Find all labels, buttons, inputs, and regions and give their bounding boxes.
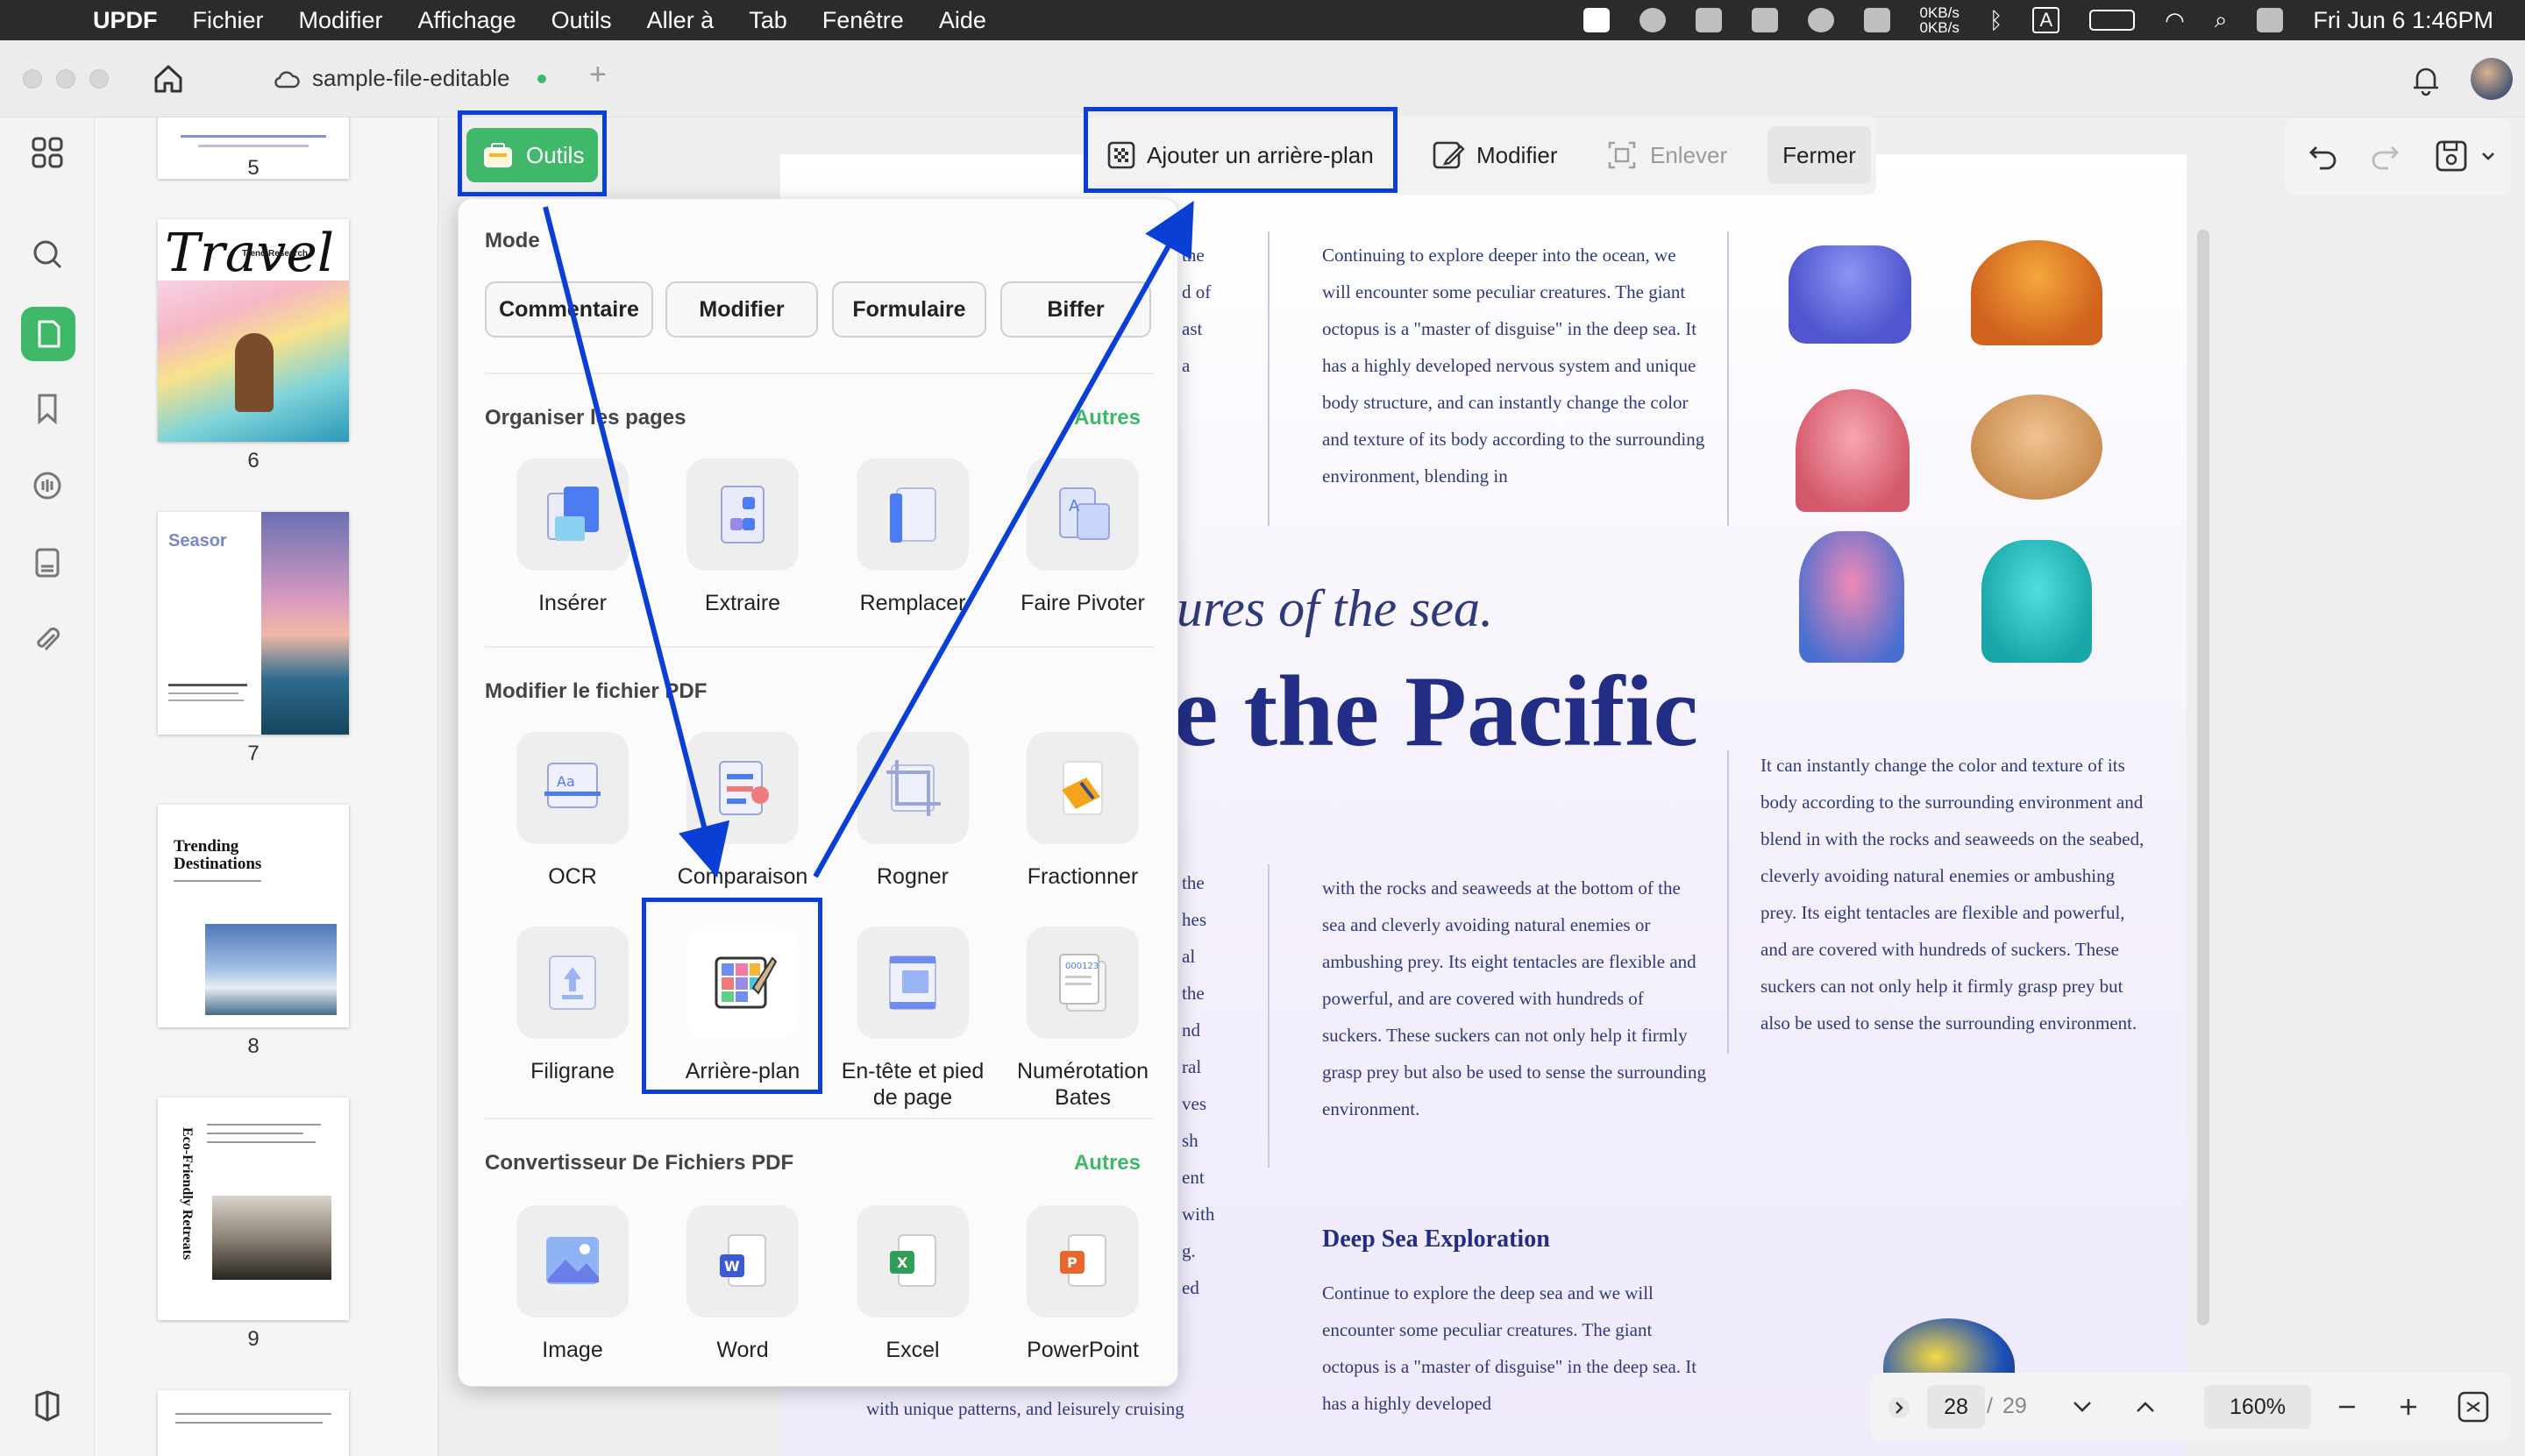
previous-page-icon[interactable] [2132, 1394, 2159, 1420]
annotation-arrows [543, 201, 1194, 878]
total-pages: 29 [2002, 1394, 2027, 1418]
page-separator: / [1987, 1394, 1993, 1418]
fit-page-icon[interactable] [2457, 1390, 2490, 1424]
zoom-in-icon[interactable] [2395, 1394, 2422, 1420]
arrow-background-to-toolbar [813, 201, 1194, 878]
zoom-level-select[interactable]: 160% [2204, 1385, 2311, 1429]
arrow-tools-to-background [543, 206, 730, 878]
collapse-nav-icon[interactable] [1887, 1396, 1911, 1420]
next-page-icon[interactable] [2069, 1394, 2095, 1420]
zoom-out-icon[interactable] [2334, 1394, 2360, 1420]
current-page-input[interactable]: 28 [1927, 1385, 1985, 1429]
